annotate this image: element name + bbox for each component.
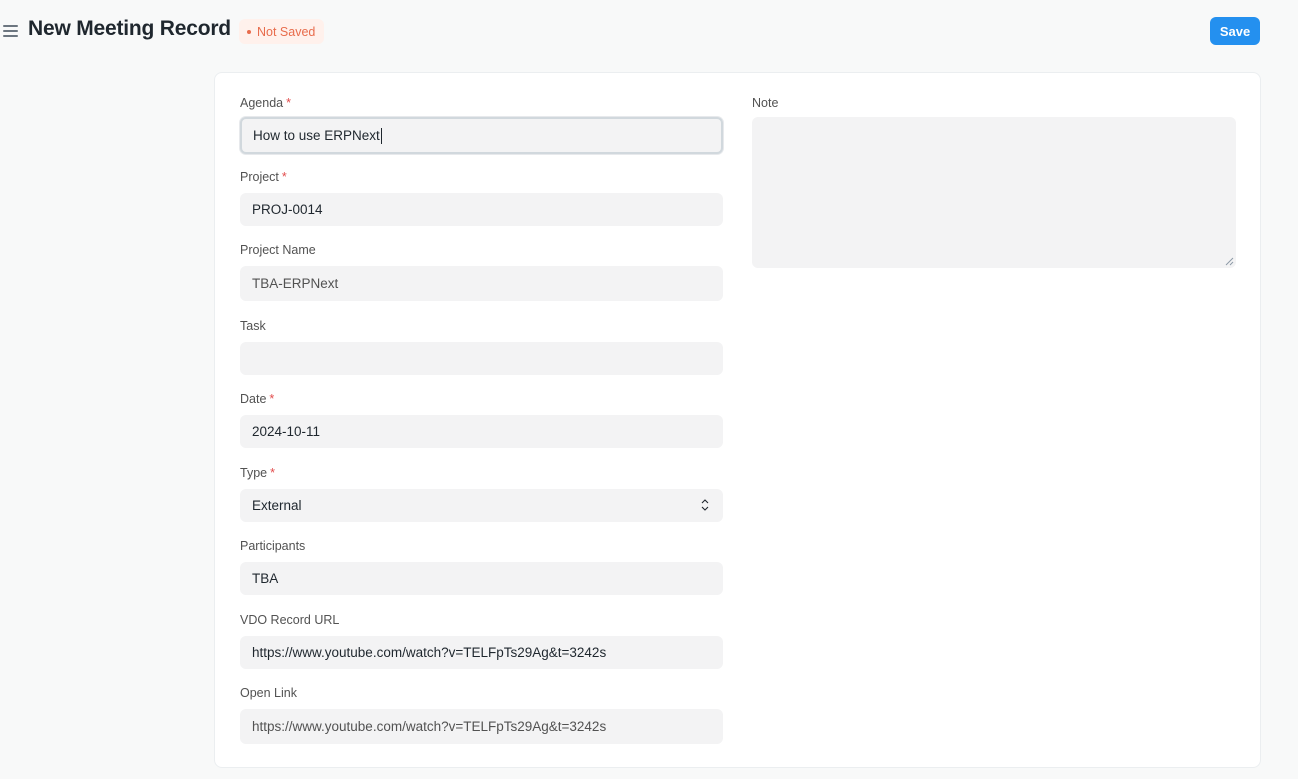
date-label-text: Date — [240, 392, 267, 406]
project-label: Project * — [240, 169, 723, 185]
project-field: Project * PROJ-0014 — [240, 169, 723, 226]
agenda-input-value: How to use ERPNext — [253, 128, 380, 143]
select-arrows-icon — [701, 499, 709, 511]
status-dot-icon — [247, 29, 251, 34]
type-label: Type * — [240, 465, 723, 481]
required-marker: * — [281, 170, 287, 184]
type-select[interactable]: External — [240, 489, 723, 522]
text-caret — [380, 127, 382, 144]
vdo-record-url-label: VDO Record URL — [240, 613, 340, 627]
form-card: Agenda * How to use ERPNext Project * PROJ… — [214, 72, 1261, 768]
save-button[interactable]: Save — [1210, 17, 1260, 45]
required-marker: * — [270, 466, 275, 480]
type-field: Type * External — [240, 465, 723, 522]
type-select-value: External — [252, 498, 302, 513]
menu-icon[interactable] — [3, 24, 18, 38]
project-name-label: Project Name — [240, 243, 316, 257]
page-header: New Meeting Record Not Saved Save — [0, 0, 1298, 62]
participants-label: Participants — [240, 539, 306, 553]
task-label: Task — [240, 319, 266, 333]
open-link-label: Open Link — [240, 686, 297, 700]
participants-input[interactable]: TBA — [240, 562, 723, 595]
agenda-label: Agenda * — [240, 95, 723, 111]
agenda-field: Agenda * How to use ERPNext — [240, 95, 723, 154]
required-marker: * — [269, 392, 275, 406]
page-title: New Meeting Record — [28, 17, 231, 40]
open-link-value[interactable]: https://www.youtube.com/watch?v=TELFpTs2… — [240, 709, 723, 744]
resize-grip-icon[interactable] — [1225, 257, 1234, 266]
vdo-record-url-field: VDO Record URL https://www.youtube.com/w… — [240, 612, 723, 669]
project-input[interactable]: PROJ-0014 — [240, 193, 723, 226]
date-label: Date * — [240, 391, 723, 407]
note-label: Note — [752, 96, 779, 110]
status-text: Not Saved — [257, 24, 316, 39]
open-link-field: Open Link https://www.youtube.com/watch?… — [240, 685, 723, 744]
project-label-text: Project — [240, 170, 279, 184]
project-name-field: Project Name TBA-ERPNext — [240, 242, 723, 301]
required-marker: * — [286, 96, 291, 110]
agenda-label-text: Agenda — [240, 96, 284, 110]
task-field: Task — [240, 318, 723, 375]
date-field: Date * 2024-10-11 — [240, 391, 723, 448]
date-input[interactable]: 2024-10-11 — [240, 415, 723, 448]
project-name-value: TBA-ERPNext — [240, 266, 723, 301]
type-label-text: Type — [240, 466, 268, 480]
note-textarea[interactable] — [752, 117, 1236, 268]
task-input[interactable] — [240, 342, 723, 375]
status-badge: Not Saved — [239, 19, 325, 44]
participants-field: Participants TBA — [240, 538, 723, 595]
note-field: Note — [752, 95, 1236, 268]
vdo-record-url-input[interactable]: https://www.youtube.com/watch?v=TELFpTs2… — [240, 636, 723, 669]
agenda-input[interactable]: How to use ERPNext — [240, 117, 723, 154]
